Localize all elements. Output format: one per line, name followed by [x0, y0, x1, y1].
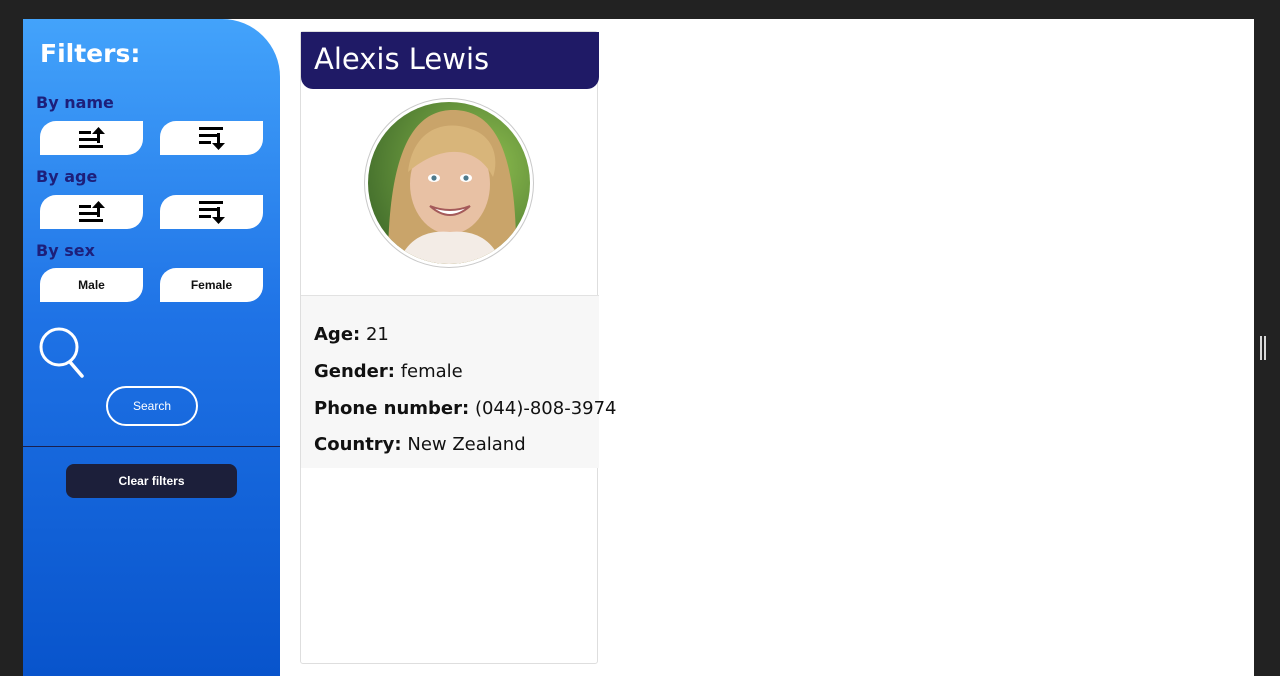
clear-filters-button[interactable]: Clear filters [66, 464, 237, 498]
profile-card: Alexis Lewis Age: 21 Gender: female Phon… [300, 31, 617, 664]
sort-name-ascending-button[interactable] [40, 121, 143, 155]
age-label: Age: [314, 324, 361, 345]
by-name-label: By name [36, 93, 114, 112]
country-label: Country: [314, 434, 402, 455]
search-button[interactable]: Search [106, 386, 198, 426]
sort-age-ascending-button[interactable] [40, 195, 143, 229]
magnifier-icon [39, 327, 84, 378]
country-row: Country: New Zealand [314, 434, 526, 455]
sort-age-descending-button[interactable] [160, 195, 263, 229]
male-filter-button[interactable]: Male [40, 268, 143, 302]
female-filter-button[interactable]: Female [160, 268, 263, 302]
profile-card-header: Alexis Lewis [301, 32, 599, 89]
page-viewport: Filters: By name By age By sex Male Fema… [23, 19, 1254, 676]
age-row: Age: 21 [314, 324, 389, 345]
right-gutter [1254, 19, 1280, 676]
gender-row: Gender: female [314, 361, 463, 382]
avatar-frame [364, 98, 534, 268]
phone-label: Phone number: [314, 398, 470, 419]
profile-name: Alexis Lewis [314, 42, 490, 76]
by-age-label: By age [36, 167, 98, 186]
profile-details: Age: 21 Gender: female Phone number: (04… [301, 295, 617, 468]
country-value: New Zealand [407, 434, 526, 455]
gender-label: Gender: [314, 361, 395, 382]
filters-sidebar: Filters: By name By age By sex Male Fema… [23, 19, 280, 676]
phone-row: Phone number: (044)-808-3974 [314, 398, 617, 419]
by-sex-label: By sex [36, 241, 95, 260]
filters-title: Filters: [40, 39, 141, 68]
age-value: 21 [365, 324, 389, 345]
avatar [368, 102, 530, 264]
sort-descending-icon [198, 201, 225, 224]
sidebar-divider [23, 446, 280, 447]
phone-value: (044)-808-3974 [474, 398, 617, 419]
browser-top-bar [0, 0, 1280, 19]
sort-descending-icon [198, 127, 225, 150]
sort-name-descending-button[interactable] [160, 121, 263, 155]
sort-ascending-icon [78, 127, 105, 148]
gender-value: female [400, 361, 463, 382]
resize-handle-icon[interactable] [1260, 336, 1266, 360]
sort-ascending-icon [78, 201, 105, 222]
